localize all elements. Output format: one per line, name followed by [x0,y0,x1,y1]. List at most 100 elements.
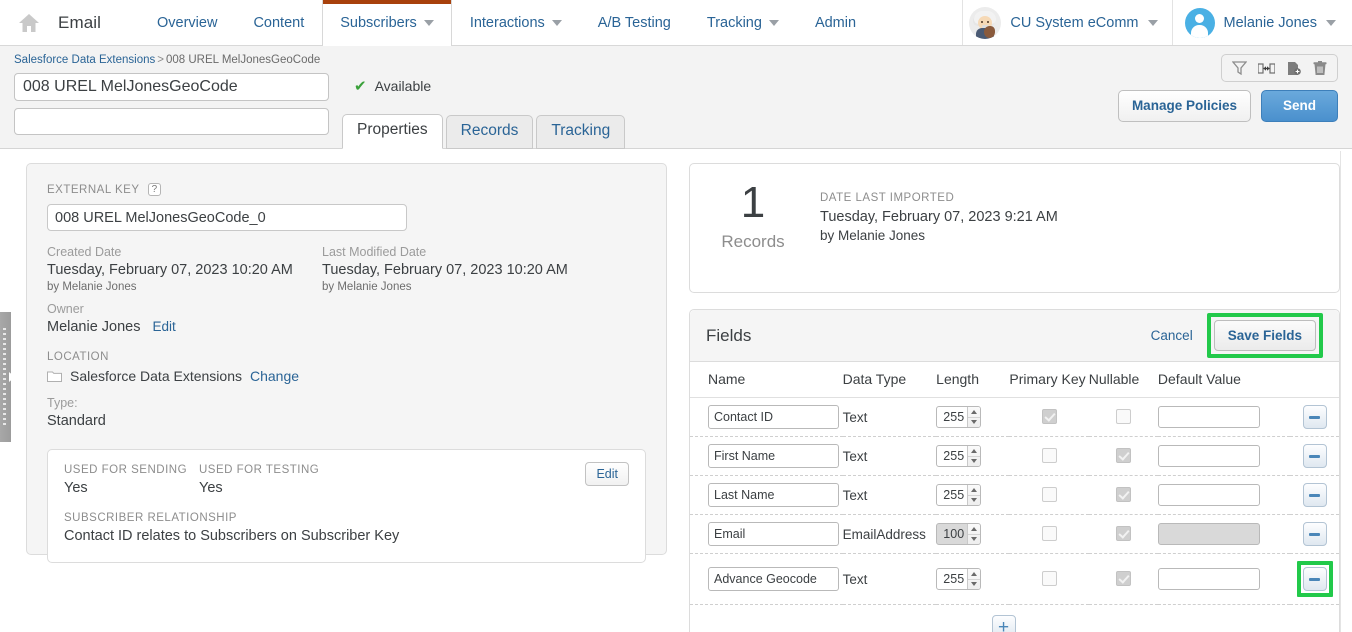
nullable-checkbox[interactable] [1115,571,1131,587]
stepper-increment-button[interactable] [968,569,981,580]
primary-key-checkbox[interactable] [1041,526,1057,542]
nav-item-admin[interactable]: Admin [797,0,874,45]
cell-nullable [1088,397,1158,437]
scroll-expand-arrow-icon[interactable] [9,372,15,382]
default-value-input[interactable] [1157,484,1260,506]
field-name-input[interactable] [708,444,839,468]
cell-nullable [1088,475,1158,515]
field-name-input[interactable] [708,522,839,546]
nullable-checkbox[interactable] [1115,409,1131,425]
length-value: 255 [943,449,965,463]
org-name: CU System eComm [1010,14,1139,31]
stepper-increment-button[interactable] [968,407,981,418]
used-for-testing-value: Yes [199,480,223,496]
remove-field-button[interactable] [1302,522,1327,546]
help-icon[interactable]: ? [147,183,161,196]
cell-nullable [1088,553,1158,605]
stepper-increment-button[interactable] [968,485,981,496]
used-for-sending-value: Yes [64,480,88,496]
breadcrumb-parent-link[interactable]: Salesforce Data Extensions [14,54,155,66]
org-switcher[interactable]: CU System eComm [962,0,1171,45]
data-extension-name-input[interactable] [14,73,329,101]
field-name-input[interactable] [708,567,839,591]
records-card: 1 Records DATE LAST IMPORTED Tuesday, Fe… [689,163,1340,293]
cell-remove [1290,553,1339,605]
add-field-button[interactable]: + [991,615,1016,632]
nav-item-overview[interactable]: Overview [139,0,235,45]
delete-button[interactable] [1308,58,1332,78]
manage-policies-button[interactable]: Manage Policies [1117,90,1251,122]
nav-item-tracking[interactable]: Tracking [689,0,797,45]
chevron-down-icon [971,459,978,464]
cell-default-value [1157,397,1291,437]
move-button[interactable] [1254,58,1278,78]
field-name-input[interactable] [708,483,839,507]
usage-edit-button[interactable]: Edit [585,462,629,486]
subscriber-relationship-block: SUBSCRIBER RELATIONSHIP Contact ID relat… [64,512,629,544]
remove-field-button[interactable] [1302,567,1327,591]
stepper-increment-button [968,524,981,535]
nullable-checkbox[interactable] [1115,487,1131,503]
cell-remove [1290,397,1339,437]
stepper-decrement-button[interactable] [968,580,980,590]
remove-field-button[interactable] [1302,483,1327,507]
cell-default-value [1157,514,1291,554]
cancel-link[interactable]: Cancel [1151,328,1193,343]
owner-edit-link[interactable]: Edit [153,319,176,334]
primary-key-checkbox[interactable] [1041,448,1057,464]
primary-key-checkbox[interactable] [1041,571,1057,587]
send-button[interactable]: Send [1260,90,1338,122]
stepper-increment-button[interactable] [968,446,981,457]
external-key-input[interactable] [47,204,407,231]
stepper-decrement-button[interactable] [968,457,980,467]
primary-key-checkbox[interactable] [1041,487,1057,503]
created-date-value: Tuesday, February 07, 2023 10:20 AM [47,262,293,278]
home-button[interactable] [0,0,58,45]
remove-field-button[interactable] [1302,444,1327,468]
nullable-checkbox[interactable] [1115,448,1131,464]
nav-item-subscribers[interactable]: Subscribers [322,0,452,46]
chevron-down-icon [768,19,779,26]
chevron-down-icon [971,498,978,503]
tab-label: Tracking [551,122,611,140]
top-navigation-bar: Email Overview Content Subscribers Inter… [0,0,1352,46]
tab-tracking[interactable]: Tracking [536,115,626,149]
stepper-decrement-button[interactable] [968,418,980,428]
default-value-input[interactable] [1157,568,1260,590]
remove-field-button[interactable] [1302,405,1327,429]
nullable-checkbox[interactable] [1115,526,1131,542]
length-stepper[interactable]: 255 [936,445,982,467]
column-header-actions [1290,362,1339,398]
length-stepper[interactable]: 255 [936,568,982,590]
cell-default-value [1157,553,1291,605]
stepper-decrement-button[interactable] [968,496,980,506]
tab-records[interactable]: Records [445,115,534,149]
length-stepper[interactable]: 255 [936,406,982,428]
field-name-input[interactable] [708,405,839,429]
stepper-buttons [967,407,981,428]
last-modified-value: Tuesday, February 07, 2023 10:20 AM [322,262,568,278]
data-extension-description-input[interactable] [14,108,329,135]
default-value-input[interactable] [1157,406,1260,428]
user-menu[interactable]: Melanie Jones [1171,0,1352,45]
fields-table-head: Name Data Type Length Primary Key Nullab… [690,362,1339,398]
filter-button[interactable] [1227,58,1251,78]
cell-remove [1290,514,1339,554]
cell-primary-key [1009,514,1089,554]
nav-item-ab-testing[interactable]: A/B Testing [580,0,689,45]
primary-key-checkbox[interactable] [1041,409,1057,425]
records-count-label: Records [721,231,785,251]
cell-nullable [1088,436,1158,476]
subscriber-relationship-value: Contact ID relates to Subscribers on Sub… [64,528,400,544]
nav-item-interactions[interactable]: Interactions [452,0,580,45]
default-value-input[interactable] [1157,445,1260,467]
save-fields-button[interactable]: Save Fields [1213,320,1316,351]
tab-properties[interactable]: Properties [342,114,443,149]
length-stepper[interactable]: 255 [936,484,982,506]
copy-button[interactable] [1281,58,1305,78]
usage-card: Edit USED FOR SENDING Yes USED FOR TESTI… [47,449,646,563]
created-date-label: Created Date [47,245,122,259]
nav-item-content[interactable]: Content [235,0,322,45]
location-change-link[interactable]: Change [250,368,299,384]
main-nav-items: Overview Content Subscribers Interaction… [139,0,874,46]
